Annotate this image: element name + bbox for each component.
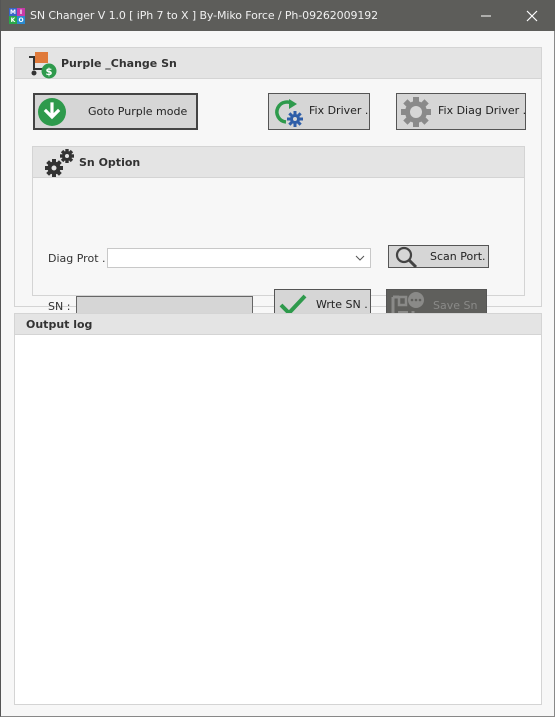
svg-text:$: $ bbox=[46, 67, 53, 78]
app-window: M I K O SN Changer V 1.0 [ iPh 7 to X ] … bbox=[0, 0, 555, 717]
scan-port-button[interactable]: Scan Port. bbox=[388, 245, 489, 268]
logo-letter: I bbox=[17, 8, 25, 16]
gear-icon bbox=[400, 96, 432, 128]
panel-header: $ Purple _Change Sn bbox=[15, 48, 541, 79]
button-label: Goto Purple mode bbox=[88, 105, 188, 118]
output-log-textarea[interactable] bbox=[15, 335, 541, 704]
logo-letter: M bbox=[9, 8, 17, 16]
logo-letter: O bbox=[17, 16, 25, 24]
minimize-button[interactable] bbox=[463, 0, 508, 31]
app-logo-icon: M I K O bbox=[9, 8, 25, 24]
close-button[interactable] bbox=[509, 0, 554, 31]
diag-port-label: Diag Prot . bbox=[48, 252, 106, 265]
minimize-icon bbox=[480, 15, 491, 16]
button-label: Scan Port. bbox=[430, 250, 486, 263]
chevron-down-icon bbox=[355, 255, 365, 261]
panel-header: Sn Option bbox=[33, 147, 524, 178]
sn-option-panel: Sn Option Diag Prot . Scan Port. SN : Wr… bbox=[32, 146, 525, 323]
cart-dollar-icon: $ bbox=[29, 52, 57, 79]
button-label: Save Sn bbox=[433, 299, 478, 312]
panel-title: Sn Option bbox=[79, 156, 141, 169]
fix-diag-driver-button[interactable]: Fix Diag Driver . bbox=[396, 93, 526, 130]
title-bar[interactable]: M I K O SN Changer V 1.0 [ iPh 7 to X ] … bbox=[1, 0, 555, 31]
goto-purple-mode-button[interactable]: Goto Purple mode bbox=[33, 93, 198, 130]
diag-port-select[interactable] bbox=[107, 248, 371, 268]
panel-title: Output log bbox=[26, 318, 93, 331]
purple-change-sn-panel: $ Purple _Change Sn Goto Purple mode Fix… bbox=[14, 47, 542, 323]
close-icon bbox=[526, 10, 537, 21]
output-log-panel: Output log bbox=[14, 313, 542, 705]
gears-icon bbox=[45, 149, 74, 177]
search-icon bbox=[394, 246, 420, 268]
fix-driver-button[interactable]: Fix Driver . bbox=[268, 93, 370, 130]
button-label: Fix Diag Driver . bbox=[438, 104, 527, 117]
button-label: Wrte SN . bbox=[316, 298, 368, 311]
window-title: SN Changer V 1.0 [ iPh 7 to X ] By-Miko … bbox=[30, 9, 379, 22]
panel-title: Purple _Change Sn bbox=[61, 57, 177, 70]
sn-label: SN : bbox=[48, 300, 71, 313]
logo-letter: K bbox=[9, 16, 17, 24]
panel-header: Output log bbox=[15, 314, 541, 335]
refresh-gear-icon bbox=[272, 96, 306, 128]
button-label: Fix Driver . bbox=[309, 104, 369, 117]
download-arrow-icon bbox=[38, 98, 66, 126]
